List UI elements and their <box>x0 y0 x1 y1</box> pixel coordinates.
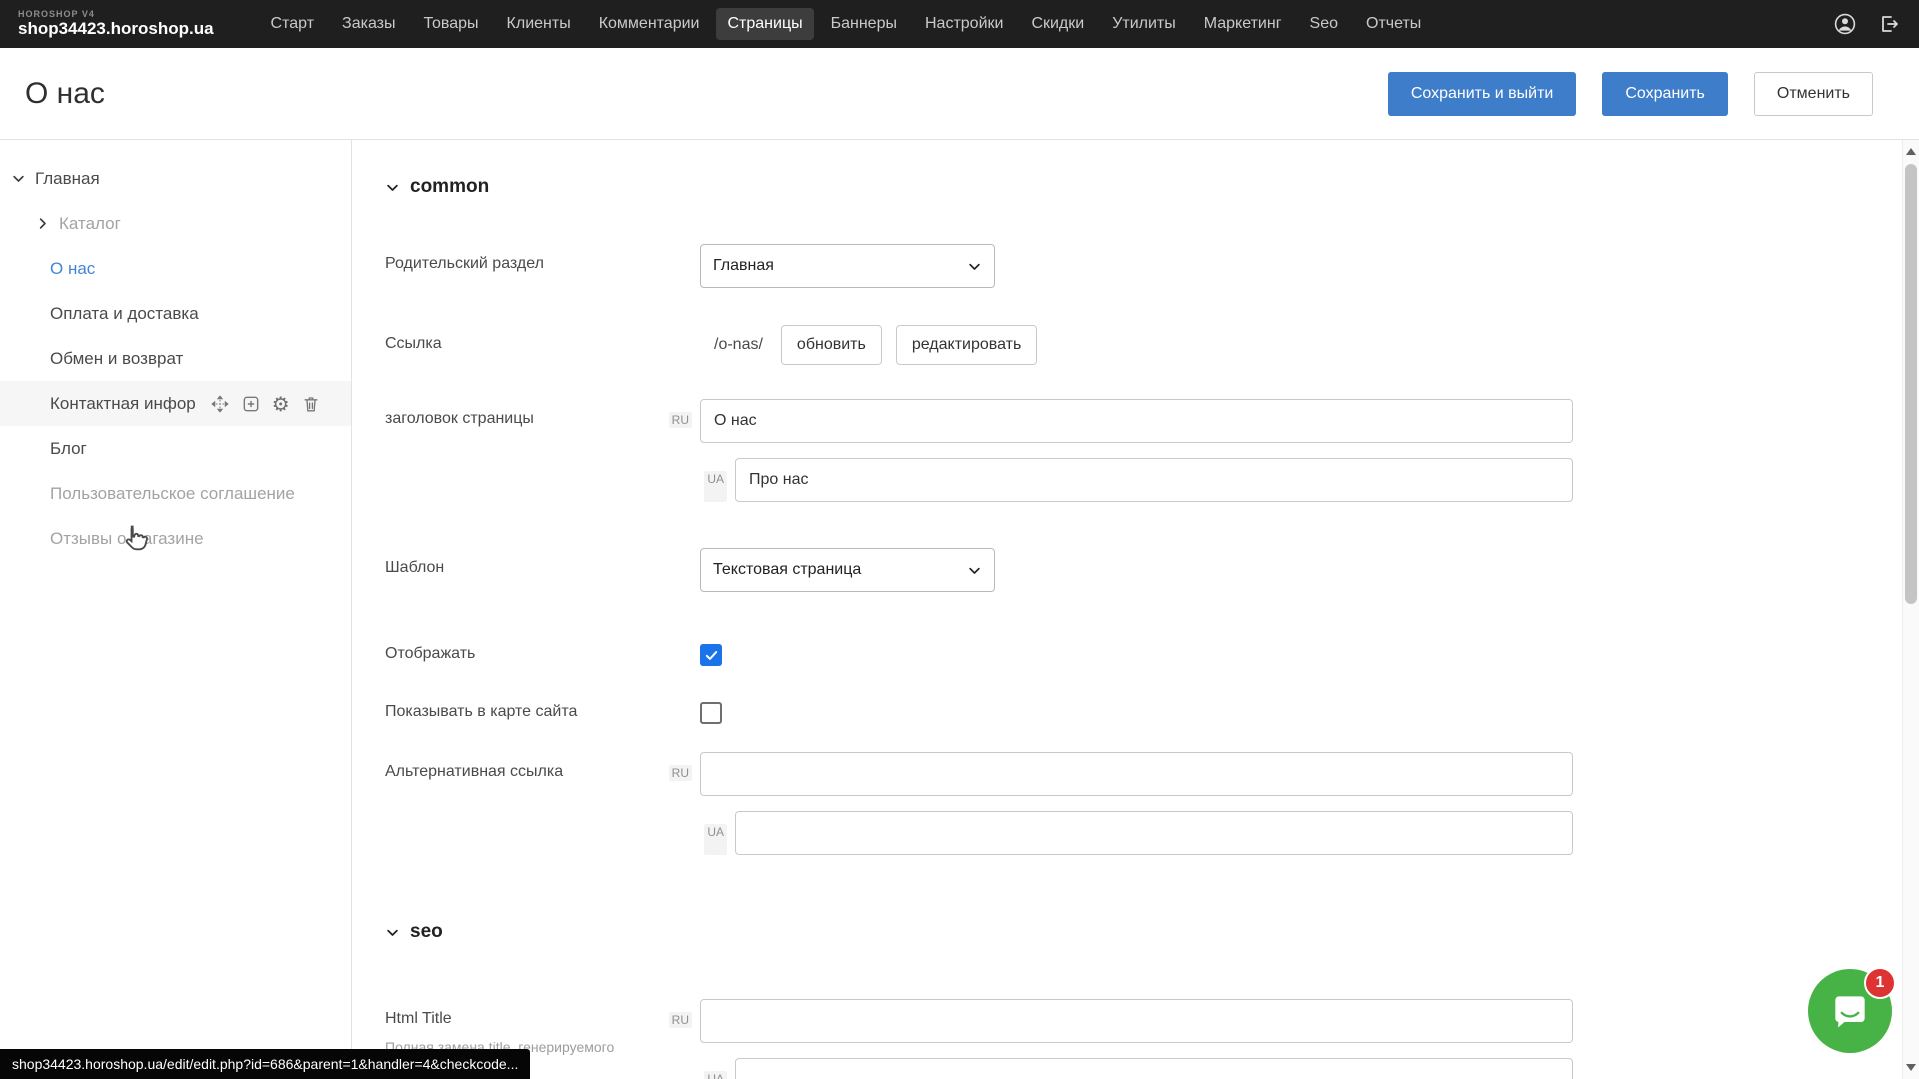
pages-tree-sidebar: Главная Каталог О нас Оплата и доставка … <box>0 140 352 1079</box>
tree-item-label: Главная <box>35 169 100 189</box>
chat-bubble-icon <box>1828 989 1872 1033</box>
tree-item-label: Отзывы о магазине <box>50 529 204 549</box>
scroll-down-arrow[interactable] <box>1906 1064 1916 1071</box>
settings-gear-icon[interactable]: ⚙ <box>272 394 290 414</box>
alt-link-ua-input[interactable] <box>735 811 1573 855</box>
nav-item-banners[interactable]: Баннеры <box>820 8 908 40</box>
scrollbar-thumb[interactable] <box>1905 164 1917 604</box>
save-button[interactable]: Сохранить <box>1602 72 1728 116</box>
page-header: О нас Сохранить и выйти Сохранить Отмени… <box>0 48 1919 140</box>
section-common-title: common <box>410 176 489 198</box>
ua-badge: UA <box>704 824 727 855</box>
tree-item-kontaktnaya-infor[interactable]: Контактная инфор ⚙ <box>0 381 351 426</box>
add-page-icon[interactable] <box>241 394 261 414</box>
html-title-ua-input[interactable] <box>735 1058 1573 1079</box>
vertical-scrollbar[interactable] <box>1902 140 1919 1079</box>
logout-icon[interactable] <box>1877 12 1901 36</box>
move-icon[interactable] <box>210 394 230 414</box>
tree-item-label: Пользовательское соглашение <box>50 484 295 504</box>
tree-item-label: Каталог <box>59 214 121 234</box>
nav-item-orders[interactable]: Заказы <box>331 8 406 40</box>
parent-section-select[interactable]: Главная <box>700 244 995 288</box>
cancel-button[interactable]: Отменить <box>1754 72 1873 116</box>
tree-item-otzyvy-o-magazine[interactable]: Отзывы о магазине <box>0 516 351 561</box>
nav-item-settings[interactable]: Настройки <box>914 8 1014 40</box>
chevron-down-icon <box>967 563 982 578</box>
alt-link-ru-input[interactable] <box>700 752 1573 796</box>
tree-item-polzovatelskoe-soglashenie[interactable]: Пользовательское соглашение <box>0 471 351 516</box>
nav-item-seo[interactable]: Seo <box>1299 8 1349 40</box>
chevron-down-icon[interactable] <box>11 171 26 186</box>
tree-item-label: Обмен и возврат <box>50 349 183 369</box>
parent-section-value: Главная <box>713 257 967 275</box>
nav-item-products[interactable]: Товары <box>413 8 490 40</box>
chevron-right-icon[interactable] <box>35 216 50 231</box>
section-seo[interactable]: seo <box>385 921 1919 943</box>
page-heading-label: заголовок страницы <box>385 399 665 428</box>
ru-badge: RU <box>669 1012 692 1028</box>
page-title: О нас <box>25 77 105 111</box>
link-label: Ссылка <box>385 324 665 353</box>
account-icon[interactable] <box>1833 12 1857 36</box>
template-label: Шаблон <box>385 548 665 577</box>
page-heading-ua-input[interactable] <box>735 458 1573 502</box>
chevron-down-icon <box>385 925 400 940</box>
tree-item-label: О нас <box>50 259 95 279</box>
tree-item-label: Блог <box>50 439 87 459</box>
nav-item-comments[interactable]: Комментарии <box>588 8 711 40</box>
link-path-value: /o-nas/ <box>700 336 763 354</box>
nav-item-clients[interactable]: Клиенты <box>496 8 582 40</box>
tree-item-label: Контактная инфор <box>50 394 196 414</box>
display-label: Отображать <box>385 634 665 663</box>
html-title-ru-input[interactable] <box>700 999 1573 1043</box>
edit-form: common Родительский раздел Главная Ссылк… <box>352 140 1919 1079</box>
sitemap-checkbox[interactable] <box>700 702 722 724</box>
link-refresh-button[interactable]: обновить <box>781 325 882 365</box>
top-menu: Старт Заказы Товары Клиенты Комментарии … <box>260 8 1433 40</box>
nav-item-marketing[interactable]: Маркетинг <box>1193 8 1293 40</box>
link-status-bar: shop34423.horoshop.ua/edit/edit.php?id=6… <box>0 1049 530 1079</box>
nav-item-start[interactable]: Старт <box>260 8 325 40</box>
sitemap-label: Показывать в карте сайта <box>385 692 665 721</box>
chevron-down-icon <box>385 180 400 195</box>
tree-item-oplata-i-dostavka[interactable]: Оплата и доставка <box>0 291 351 336</box>
tree-item-blog[interactable]: Блог <box>0 426 351 471</box>
section-seo-title: seo <box>410 921 443 943</box>
chat-widget-button[interactable]: 1 <box>1808 969 1892 1053</box>
template-select[interactable]: Текстовая страница <box>700 548 995 592</box>
tree-item-katalog[interactable]: Каталог <box>0 201 351 246</box>
ru-badge: RU <box>669 412 692 428</box>
display-checkbox[interactable] <box>700 644 722 666</box>
link-edit-button[interactable]: редактировать <box>896 325 1037 365</box>
check-icon <box>704 648 719 663</box>
tree-item-label: Оплата и доставка <box>50 304 199 324</box>
nav-item-discounts[interactable]: Скидки <box>1020 8 1095 40</box>
ua-badge: UA <box>704 1071 727 1079</box>
nav-item-utilities[interactable]: Утилиты <box>1101 8 1187 40</box>
nav-item-reports[interactable]: Отчеты <box>1355 8 1432 40</box>
tree-item-o-nas[interactable]: О нас <box>0 246 351 291</box>
alt-link-label: Альтернативная ссылка <box>385 752 665 781</box>
brand-logo[interactable]: HOROSHOP V4 shop34423.horoshop.ua <box>18 10 214 37</box>
section-common[interactable]: common <box>385 176 1919 198</box>
tree-item-actions: ⚙ <box>210 394 321 414</box>
scroll-up-arrow[interactable] <box>1906 148 1916 155</box>
page-heading-ru-input[interactable] <box>700 399 1573 443</box>
chevron-down-icon <box>967 259 982 274</box>
chat-unread-badge: 1 <box>1864 967 1896 999</box>
ua-badge: UA <box>704 471 727 502</box>
save-and-exit-button[interactable]: Сохранить и выйти <box>1388 72 1577 116</box>
delete-trash-icon[interactable] <box>301 394 321 414</box>
tree-item-obmen-i-vozvrat[interactable]: Обмен и возврат <box>0 336 351 381</box>
top-navbar: HOROSHOP V4 shop34423.horoshop.ua Старт … <box>0 0 1919 48</box>
html-title-label: Html Title <box>385 1010 452 1027</box>
parent-section-label: Родительский раздел <box>385 244 665 273</box>
template-value: Текстовая страница <box>713 561 967 579</box>
brand-domain: shop34423.horoshop.ua <box>18 20 214 38</box>
tree-item-glavnaya[interactable]: Главная <box>0 156 351 201</box>
ru-badge: RU <box>669 765 692 781</box>
nav-item-pages[interactable]: Страницы <box>716 8 813 40</box>
